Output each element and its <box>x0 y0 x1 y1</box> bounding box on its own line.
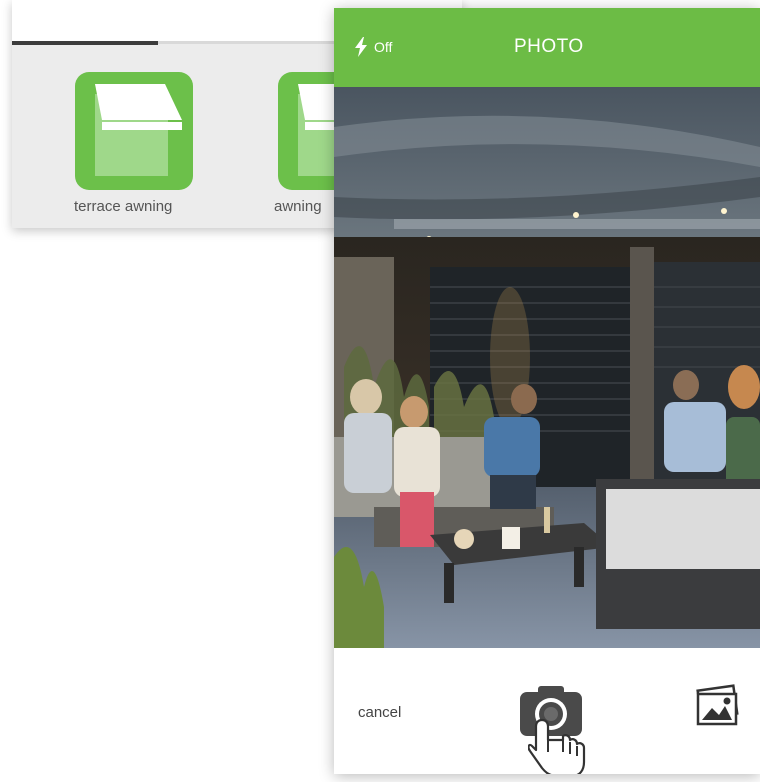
page-title: PHOTO <box>514 36 584 57</box>
camera-footer: cancel <box>334 648 760 774</box>
awning-icon <box>95 84 182 130</box>
flash-label: Off <box>374 39 393 55</box>
flash-toggle-button[interactable]: Off <box>354 35 392 59</box>
camera-viewfinder[interactable] <box>334 87 760 648</box>
shutter-button[interactable] <box>520 684 582 736</box>
camera-icon <box>520 686 582 736</box>
tile-label-awning: awning <box>274 198 322 215</box>
cancel-button[interactable]: cancel <box>358 704 401 721</box>
gallery-button[interactable] <box>694 684 742 728</box>
tab-indicator-active <box>12 41 158 45</box>
camera-screen: Off PHOTO cancel <box>334 8 760 774</box>
tile-terrace-awning[interactable] <box>75 72 193 190</box>
tile-label-terrace-awning: terrace awning <box>74 198 173 215</box>
lightning-icon <box>355 37 367 57</box>
camera-header: Off PHOTO <box>334 8 760 87</box>
gallery-icon <box>696 684 739 726</box>
viewfinder-photo <box>334 87 760 648</box>
